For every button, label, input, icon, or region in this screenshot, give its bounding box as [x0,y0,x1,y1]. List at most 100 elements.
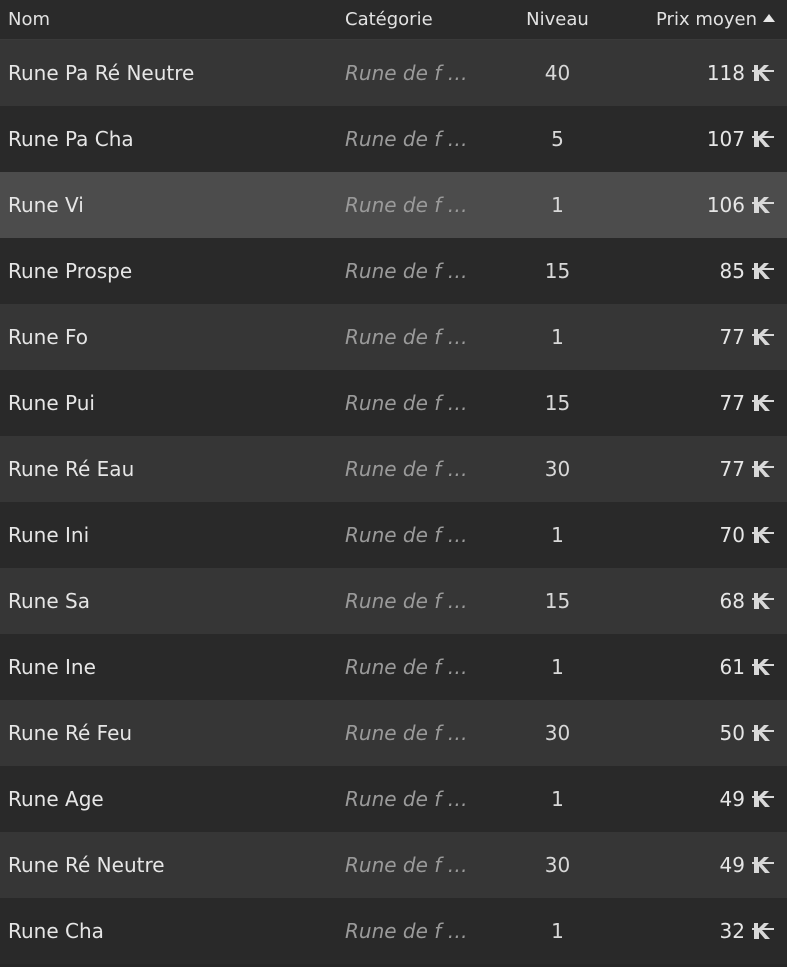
kama-icon [752,197,774,213]
kama-icon [752,395,774,411]
table-row[interactable]: Rune Sa Rune de f … 15 68 [0,568,787,634]
item-level: 30 [544,457,571,481]
item-price-cell: 106 [608,193,787,217]
item-category: Rune de f … [345,391,468,415]
item-price-cell: 85 [608,259,787,283]
item-price-cell: 50 [608,721,787,745]
column-header-price[interactable]: Prix moyen [608,9,787,30]
item-price-cell: 107 [608,127,787,151]
item-category: Rune de f … [345,655,468,679]
column-header-category[interactable]: Catégorie [337,9,507,30]
item-price-cell: 77 [608,391,787,415]
item-name: Rune Ré Feu [8,721,133,745]
column-header-name[interactable]: Nom [0,9,337,30]
table-row[interactable]: Rune Pui Rune de f … 15 77 [0,370,787,436]
kama-icon [752,725,774,741]
kama-icon [752,857,774,873]
kama-icon [752,527,774,543]
item-price-cell: 68 [608,589,787,613]
item-level: 15 [544,589,571,613]
item-price: 107 [706,127,745,151]
item-name: Rune Pa Cha [8,127,134,151]
table-row[interactable]: Rune Pa Ré Neutre Rune de f … 40 118 [0,40,787,106]
table-row[interactable]: Rune Age Rune de f … 1 49 [0,766,787,832]
price-table: Nom Catégorie Niveau Prix moyen Rune Pa … [0,0,787,967]
column-header-level[interactable]: Niveau [507,9,608,30]
item-name: Rune Ré Neutre [8,853,165,877]
item-category: Rune de f … [345,259,468,283]
item-price: 77 [719,391,745,415]
kama-icon [752,593,774,609]
column-header-price-label: Prix moyen [656,9,757,30]
item-name: Rune Pui [8,391,95,415]
item-price: 77 [719,457,745,481]
kama-icon [752,263,774,279]
item-price: 50 [719,721,745,745]
item-category: Rune de f … [345,589,468,613]
item-level: 5 [551,127,564,151]
item-category: Rune de f … [345,787,468,811]
table-row[interactable]: Rune Ré Eau Rune de f … 30 77 [0,436,787,502]
item-price-cell: 70 [608,523,787,547]
item-price: 32 [719,919,745,943]
table-row[interactable]: Rune Ini Rune de f … 1 70 [0,502,787,568]
kama-icon [752,131,774,147]
table-row[interactable]: Rune Prospe Rune de f … 15 85 [0,238,787,304]
table-header: Nom Catégorie Niveau Prix moyen [0,0,787,40]
table-row[interactable]: Rune Cha Rune de f … 1 32 [0,898,787,964]
item-price: 49 [719,853,745,877]
item-price: 106 [706,193,745,217]
item-name: Rune Vi [8,193,84,217]
table-row[interactable]: Rune Fo Rune de f … 1 77 [0,304,787,370]
table-row[interactable]: Rune Pa Cha Rune de f … 5 107 [0,106,787,172]
item-category: Rune de f … [345,127,468,151]
kama-icon [752,329,774,345]
item-category: Rune de f … [345,721,468,745]
kama-icon [752,923,774,939]
item-category: Rune de f … [345,457,468,481]
item-level: 40 [544,61,571,85]
item-price-cell: 77 [608,325,787,349]
table-row[interactable]: Rune Vi Rune de f … 1 106 [0,172,787,238]
kama-icon [752,791,774,807]
item-level: 1 [551,787,564,811]
item-category: Rune de f … [345,919,468,943]
item-price: 68 [719,589,745,613]
item-name: Rune Ini [8,523,90,547]
item-price-cell: 61 [608,655,787,679]
table-body: Rune Pa Ré Neutre Rune de f … 40 118 Run… [0,40,787,964]
item-level: 30 [544,853,571,877]
item-name: Rune Pa Ré Neutre [8,61,195,85]
kama-icon [752,659,774,675]
item-price-cell: 49 [608,853,787,877]
item-level: 1 [551,193,564,217]
item-name: Rune Sa [8,589,90,613]
item-category: Rune de f … [345,523,468,547]
table-row[interactable]: Rune Ré Neutre Rune de f … 30 49 [0,832,787,898]
item-category: Rune de f … [345,853,468,877]
item-price: 77 [719,325,745,349]
item-price-cell: 49 [608,787,787,811]
item-price-cell: 118 [608,61,787,85]
item-price: 118 [706,61,745,85]
item-price-cell: 32 [608,919,787,943]
item-level: 30 [544,721,571,745]
item-level: 1 [551,523,564,547]
item-category: Rune de f … [345,61,468,85]
item-category: Rune de f … [345,193,468,217]
item-price-cell: 77 [608,457,787,481]
table-row[interactable]: Rune Ine Rune de f … 1 61 [0,634,787,700]
kama-icon [752,461,774,477]
item-price: 61 [719,655,745,679]
item-level: 15 [544,259,571,283]
item-price: 70 [719,523,745,547]
item-price: 49 [719,787,745,811]
item-category: Rune de f … [345,325,468,349]
item-level: 15 [544,391,571,415]
item-level: 1 [551,919,564,943]
item-price: 85 [719,259,745,283]
table-row[interactable]: Rune Ré Feu Rune de f … 30 50 [0,700,787,766]
sort-ascending-icon [763,13,775,22]
item-name: Rune Fo [8,325,89,349]
item-name: Rune Ine [8,655,96,679]
